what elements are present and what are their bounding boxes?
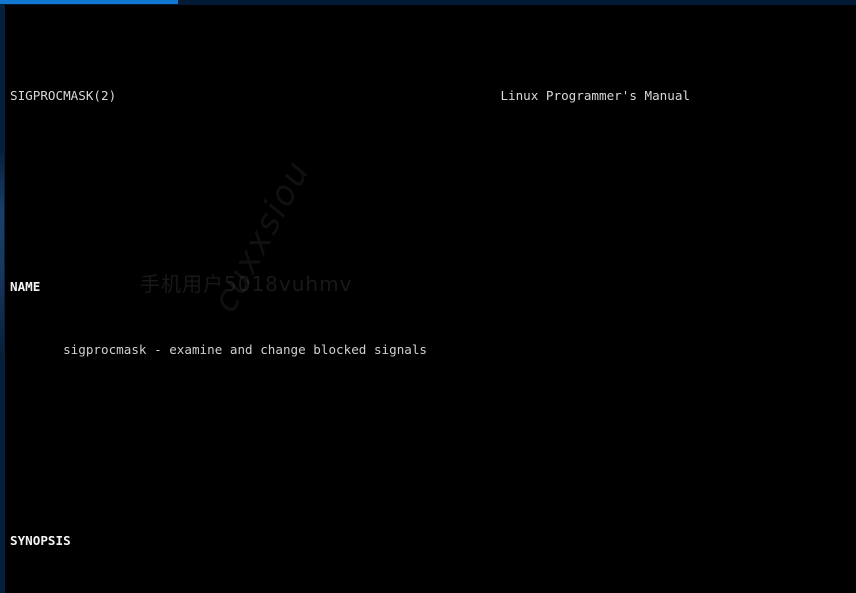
window-chrome-left-glow (0, 150, 4, 360)
man-page-content[interactable]: SIGPROCMASK(2) Linux Programmer's Manual… (0, 0, 856, 593)
name-body-line: sigprocmask - examine and change blocked… (0, 339, 856, 360)
section-heading-synopsis: SYNOPSIS (0, 530, 856, 551)
man-header-left: SIGPROCMASK(2) (10, 87, 117, 103)
section-heading-name: NAME (0, 276, 856, 297)
man-header-right: Linux Programmer's Manual (500, 87, 690, 103)
name-body-text: sigprocmask - examine and change blocked… (63, 342, 428, 358)
terminal-window[interactable]: 手机用户5018vuhmv cuxxsiou SIGPROCMASK(2) Li… (0, 0, 856, 593)
section-heading-synopsis-label: SYNOPSIS (10, 533, 71, 548)
window-chrome-accent (0, 0, 178, 4)
man-header-row: SIGPROCMASK(2) Linux Programmer's Manual (0, 85, 856, 106)
section-heading-name-label: NAME (10, 278, 41, 294)
